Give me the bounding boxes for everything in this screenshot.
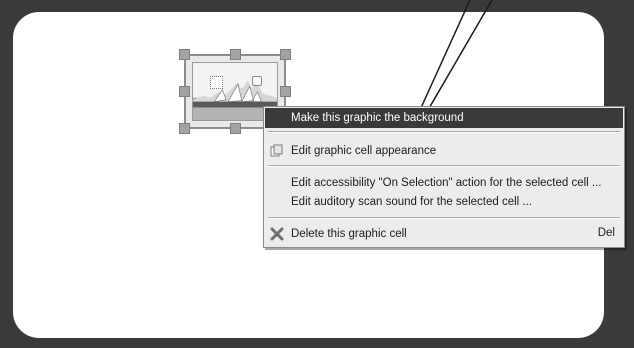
menu-separator: [268, 165, 620, 167]
resize-handle-left[interactable]: [179, 86, 190, 97]
menu-separator: [268, 131, 620, 133]
menu-item-edit-accessibility[interactable]: Edit accessibility "On Selection" action…: [265, 173, 623, 193]
menu-item-label: Edit graphic cell appearance: [291, 145, 437, 157]
menu-item-label: Edit accessibility "On Selection" action…: [291, 177, 602, 189]
delete-x-icon: [270, 227, 284, 241]
resize-handle-top-left[interactable]: [179, 49, 190, 60]
menu-item-label: Delete this graphic cell: [291, 228, 407, 240]
select-box-icon[interactable]: [210, 76, 223, 89]
resize-handle-bottom[interactable]: [230, 123, 241, 134]
resize-handle-right[interactable]: [280, 86, 291, 97]
menu-item-make-background[interactable]: Make this graphic the background: [265, 108, 623, 128]
menu-item-label: Edit auditory scan sound for the selecte…: [291, 196, 532, 208]
resize-handle-top-right[interactable]: [280, 49, 291, 60]
copy-cells-icon: [270, 144, 283, 157]
resize-handle-bottom-left[interactable]: [179, 123, 190, 134]
menu-item-edit-auditory-sound[interactable]: Edit auditory scan sound for the selecte…: [265, 192, 623, 212]
menu-item-label: Make this graphic the background: [291, 112, 464, 124]
menu-item-delete-cell[interactable]: Delete this graphic cell Del: [265, 224, 623, 244]
delete-shortcut: Del: [597, 227, 615, 239]
menu-separator: [268, 217, 620, 219]
menu-item-edit-appearance[interactable]: Edit graphic cell appearance: [265, 141, 623, 161]
context-menu: Make this graphic the background Edit gr…: [263, 106, 625, 248]
overlay-copy-icon[interactable]: [252, 76, 262, 86]
resize-handle-top[interactable]: [230, 49, 241, 60]
